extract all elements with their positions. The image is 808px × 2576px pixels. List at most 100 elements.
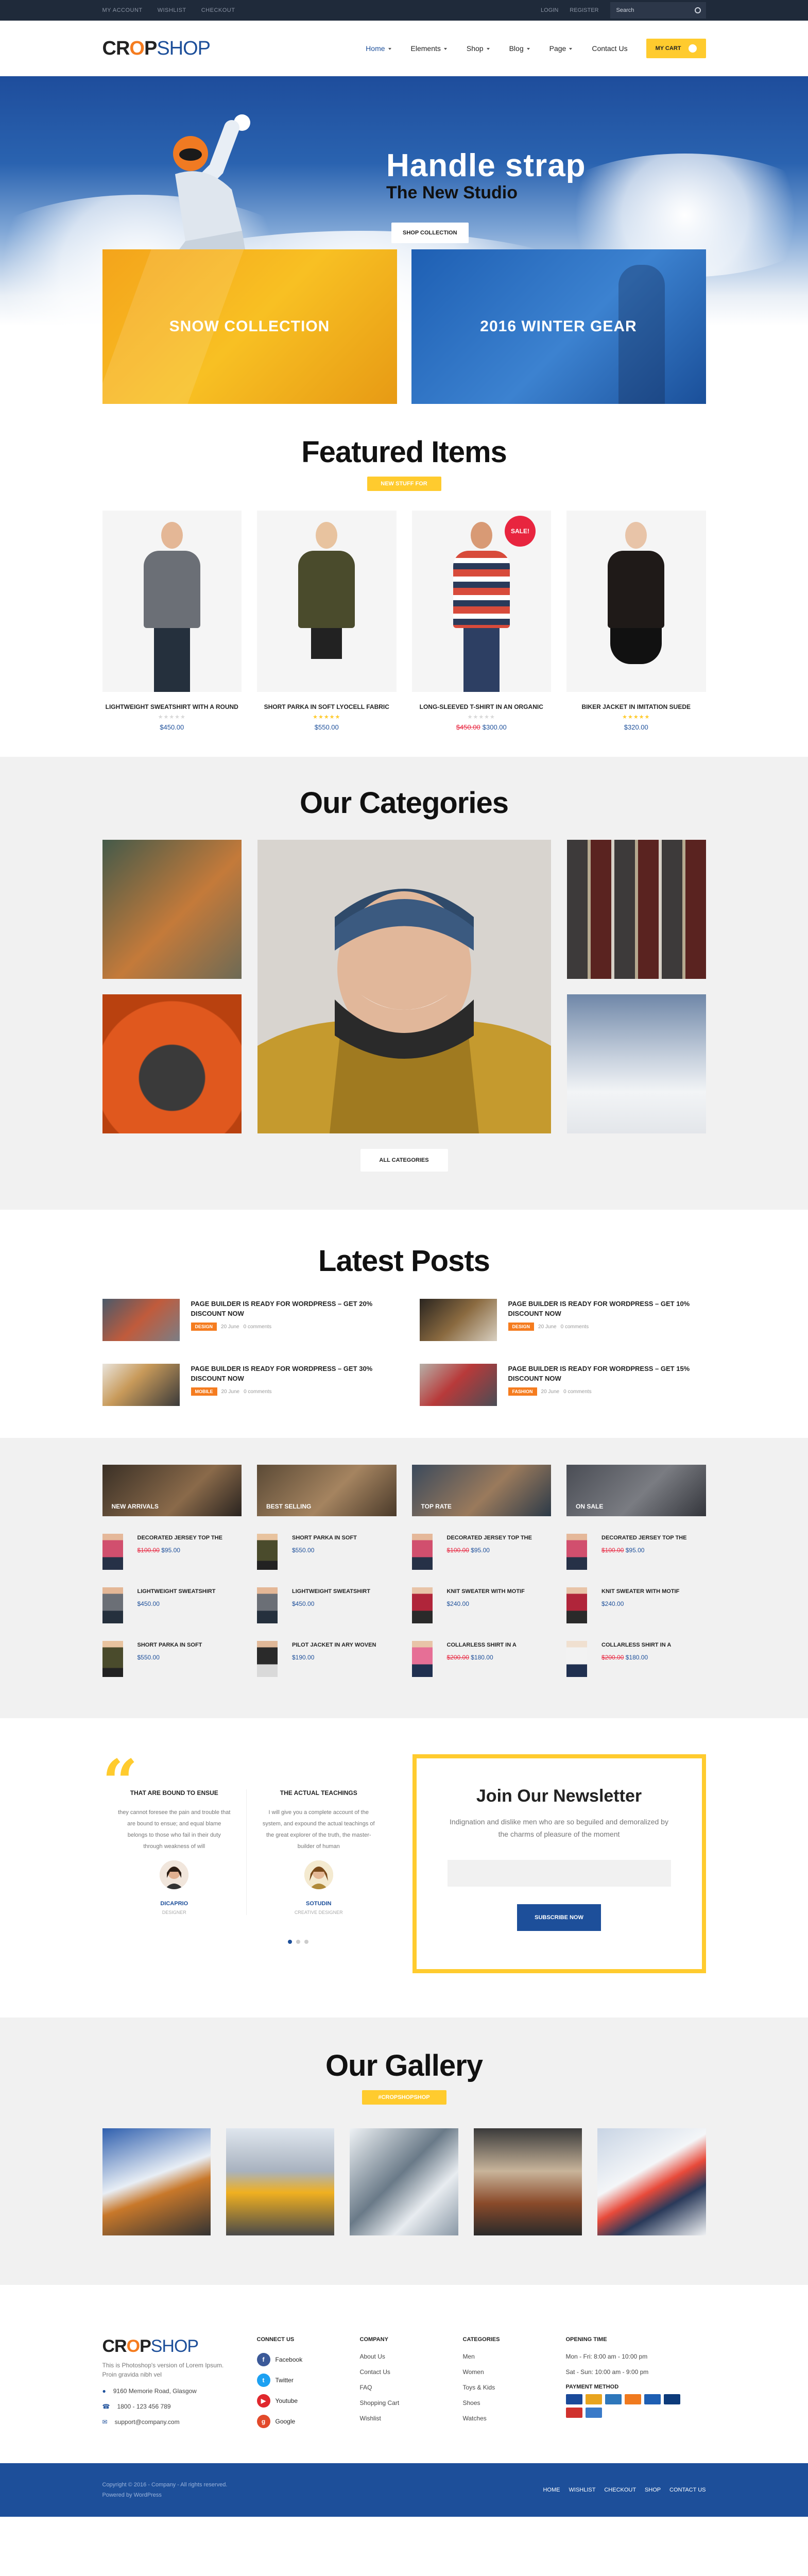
post-item[interactable]: PAGE BUILDER IS READY FOR WORDPRESS – GE… — [419, 1364, 706, 1406]
list-item-name[interactable]: DECORATED JERSEY TOP THE — [137, 1534, 222, 1543]
list-header[interactable]: BEST SELLING — [257, 1465, 397, 1516]
post-comments[interactable]: 0 comments — [244, 1324, 271, 1330]
footer-link-faq[interactable]: FAQ — [360, 2384, 442, 2391]
list-item-name[interactable]: PILOT JACKET IN ARY WOVEN — [292, 1641, 376, 1650]
footer-bar-wishlist[interactable]: WISHLIST — [569, 2487, 596, 2493]
list-item[interactable]: LIGHTWEIGHT SWEATSHIRT $450.00 — [257, 1587, 397, 1623]
nav-elements[interactable]: Elements — [411, 44, 447, 53]
post-tag[interactable]: DESIGN — [191, 1323, 217, 1331]
list-item[interactable]: KNIT SWEATER WITH MOTIF $240.00 — [411, 1587, 552, 1623]
list-item-name[interactable]: SHORT PARKA IN SOFT — [292, 1534, 357, 1543]
category-snowboards[interactable] — [566, 840, 706, 979]
list-item-name[interactable]: KNIT SWEATER WITH MOTIF — [601, 1587, 679, 1596]
list-item[interactable]: DECORATED JERSEY TOP THE $100.00 $95.00 — [102, 1534, 242, 1570]
list-item[interactable]: LIGHTWEIGHT SWEATSHIRT $450.00 — [102, 1587, 242, 1623]
list-item[interactable]: PILOT JACKET IN ARY WOVEN $190.00 — [257, 1641, 397, 1677]
post-title[interactable]: PAGE BUILDER IS READY FOR WORDPRESS – GE… — [191, 1299, 389, 1318]
category-backpacks[interactable] — [102, 840, 242, 979]
product-image[interactable] — [257, 511, 397, 692]
post-item[interactable]: PAGE BUILDER IS READY FOR WORDPRESS – GE… — [102, 1364, 389, 1406]
product-card[interactable]: BIKER JACKET IN IMITATION SUEDE ★★★★★ $3… — [566, 511, 706, 731]
post-title[interactable]: PAGE BUILDER IS READY FOR WORDPRESS – GE… — [508, 1364, 706, 1383]
footer-logo[interactable]: CROPSHOP — [102, 2336, 236, 2357]
list-item-name[interactable]: LIGHTWEIGHT SWEATSHIRT — [137, 1587, 216, 1596]
footer-cat-watches[interactable]: Watches — [463, 2415, 545, 2422]
gallery-image[interactable] — [350, 2128, 458, 2235]
product-name[interactable]: LIGHTWEIGHT SWEATSHIRT WITH A ROUND — [102, 703, 242, 710]
post-item[interactable]: PAGE BUILDER IS READY FOR WORDPRESS – GE… — [102, 1299, 389, 1341]
list-item[interactable]: COLLARLESS SHIRT IN A $200.00 $180.00 — [411, 1641, 552, 1677]
nav-blog[interactable]: Blog — [509, 44, 530, 53]
product-image[interactable]: SALE! — [411, 511, 551, 692]
my-account-link[interactable]: My account — [102, 7, 143, 13]
list-item[interactable]: SHORT PARKA IN SOFT $550.00 — [257, 1534, 397, 1570]
product-card[interactable]: SALE! LONG-SLEEVED T-SHIRT IN AN ORGANIC… — [411, 511, 552, 731]
list-item[interactable]: DECORATED JERSEY TOP THE $100.00 $95.00 — [411, 1534, 552, 1570]
logo[interactable]: CROPSHOP — [102, 38, 211, 60]
post-title[interactable]: PAGE BUILDER IS READY FOR WORDPRESS – GE… — [508, 1299, 706, 1318]
subscribe-button[interactable]: SUBSCRIBE NOW — [517, 1904, 601, 1931]
list-item[interactable]: DECORATED JERSEY TOP THE $100.00 $95.00 — [566, 1534, 706, 1570]
post-tag[interactable]: FASHION — [508, 1387, 537, 1396]
newsletter-email-input[interactable] — [447, 1860, 671, 1887]
login-link[interactable]: Login — [541, 7, 558, 13]
gallery-image[interactable] — [473, 2128, 582, 2235]
list-item-name[interactable]: COLLARLESS SHIRT IN A — [447, 1641, 517, 1650]
footer-cat-kids[interactable]: Toys & Kids — [463, 2384, 545, 2391]
gallery-image[interactable] — [102, 2128, 211, 2235]
wishlist-link[interactable]: Wishlist — [158, 7, 186, 13]
post-comments[interactable]: 0 comments — [561, 1324, 589, 1330]
list-item-name[interactable]: DECORATED JERSEY TOP THE — [447, 1534, 532, 1543]
product-name[interactable]: SHORT PARKA IN SOFT LYOCELL FABRIC — [257, 703, 397, 710]
carousel-dot[interactable] — [287, 1940, 292, 1944]
carousel-dot[interactable] — [296, 1940, 300, 1944]
footer-bar-shop[interactable]: SHOP — [645, 2487, 661, 2493]
nav-shop[interactable]: Shop — [467, 44, 490, 53]
category-gloves[interactable] — [102, 994, 242, 1133]
footer-link-about[interactable]: About Us — [360, 2353, 442, 2360]
footer-bar-home[interactable]: HOME — [543, 2487, 560, 2493]
list-item-name[interactable]: COLLARLESS SHIRT IN A — [601, 1641, 671, 1650]
list-item[interactable]: COLLARLESS SHIRT IN A $200.00 $180.00 — [566, 1641, 706, 1677]
footer-link-contact[interactable]: Contact Us — [360, 2368, 442, 2376]
footer-link-cart[interactable]: Shopping Cart — [360, 2399, 442, 2406]
footer-email[interactable]: ✉ support@company.com — [102, 2418, 236, 2426]
post-tag[interactable]: MOBILE — [191, 1387, 217, 1396]
checkout-link[interactable]: Checkout — [201, 7, 235, 13]
search-input[interactable]: Search — [610, 2, 706, 19]
post-item[interactable]: PAGE BUILDER IS READY FOR WORDPRESS – GE… — [419, 1299, 706, 1341]
google-link[interactable]: g Google — [256, 2415, 339, 2428]
nav-contact[interactable]: Contact Us — [592, 44, 627, 53]
list-header[interactable]: NEW ARRIVALS — [102, 1465, 242, 1516]
cart-button[interactable]: MY CART 0 — [646, 39, 706, 58]
snow-collection-banner[interactable]: SNOW COLLECTION — [102, 249, 397, 404]
post-tag[interactable]: DESIGN — [508, 1323, 535, 1331]
all-categories-button[interactable]: ALL CATEGORIES — [360, 1149, 448, 1172]
product-name[interactable]: BIKER JACKET IN IMITATION SUEDE — [566, 703, 706, 710]
product-card[interactable]: LIGHTWEIGHT SWEATSHIRT WITH A ROUND ★★★★… — [102, 511, 242, 731]
product-name[interactable]: LONG-SLEEVED T-SHIRT IN AN ORGANIC — [412, 703, 552, 710]
carousel-dot[interactable] — [304, 1940, 308, 1944]
powered-by[interactable]: Powered by WordPress — [102, 2492, 228, 2498]
post-thumbnail[interactable] — [419, 1364, 497, 1406]
nav-home[interactable]: Home — [366, 44, 391, 53]
list-item[interactable]: SHORT PARKA IN SOFT $550.00 — [102, 1641, 242, 1677]
list-item-name[interactable]: KNIT SWEATER WITH MOTIF — [447, 1587, 525, 1596]
post-comments[interactable]: 0 comments — [244, 1389, 271, 1395]
list-item-name[interactable]: LIGHTWEIGHT SWEATSHIRT — [292, 1587, 370, 1596]
facebook-link[interactable]: f Facebook — [256, 2353, 339, 2366]
footer-bar-checkout[interactable]: CHECKOUT — [604, 2487, 636, 2493]
list-item-name[interactable]: DECORATED JERSEY TOP THE — [601, 1534, 686, 1543]
nav-page[interactable]: Page — [549, 44, 573, 53]
footer-link-wishlist[interactable]: Wishlist — [360, 2415, 442, 2422]
youtube-link[interactable]: ▶ Youtube — [256, 2394, 339, 2408]
list-item-name[interactable]: SHORT PARKA IN SOFT — [137, 1641, 202, 1650]
product-card[interactable]: SHORT PARKA IN SOFT LYOCELL FABRIC ★★★★★… — [257, 511, 397, 731]
post-thumbnail[interactable] — [419, 1299, 497, 1341]
footer-cat-men[interactable]: Men — [463, 2353, 545, 2360]
gallery-image[interactable] — [226, 2128, 335, 2235]
post-thumbnail[interactable] — [102, 1299, 180, 1341]
list-item[interactable]: KNIT SWEATER WITH MOTIF $240.00 — [566, 1587, 706, 1623]
footer-cat-shoes[interactable]: Shoes — [463, 2399, 545, 2406]
category-boots[interactable] — [566, 994, 706, 1133]
